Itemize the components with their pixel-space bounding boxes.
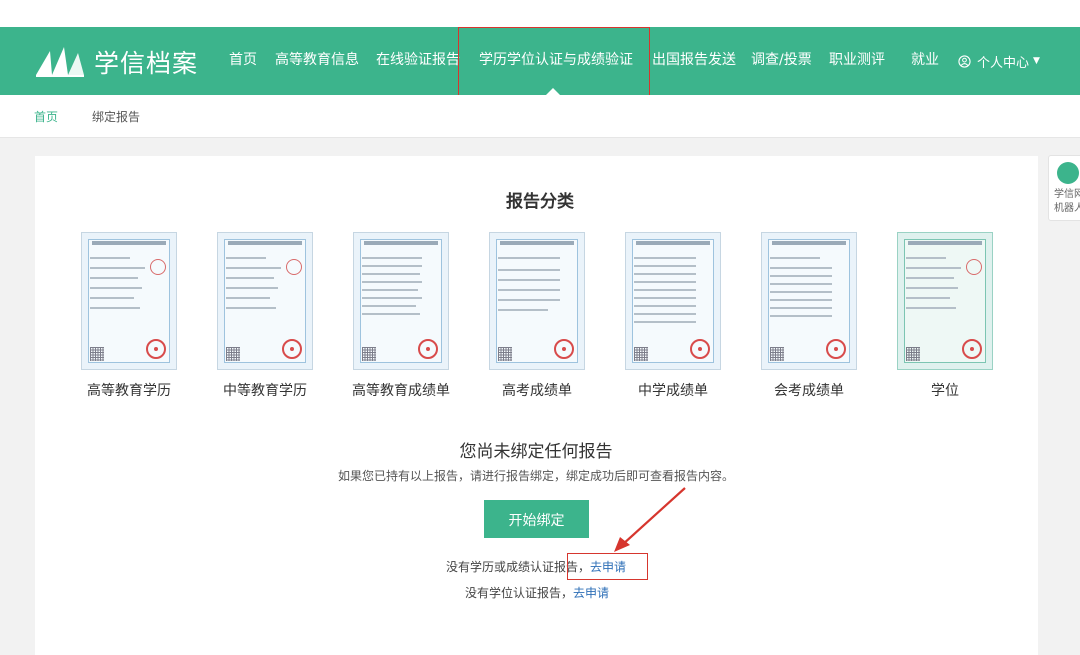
user-center-label: 个人中心 [977,55,1030,71]
active-nav-caret [546,88,560,95]
nav-item-online-verification-report[interactable]: 在线验证报告 [376,27,460,95]
report-label-degree: 学位 [931,383,959,399]
certificate-thumbnail [625,232,721,370]
start-binding-button[interactable]: 开始绑定 [484,500,589,538]
apply-degree-text: 没有学位认证报告， [465,586,574,600]
report-label-higher-education-diploma: 高等教育学历 [87,383,171,399]
certificate-thumbnail [897,232,993,370]
robot-avatar-icon [1057,162,1079,184]
user-center-menu[interactable]: 个人中心 ▼ [958,27,1040,95]
breadcrumb [0,95,1080,138]
report-label-middle-school-transcript: 中学成绩单 [638,383,708,399]
report-label-secondary-education-diploma: 中等教育学历 [223,383,307,399]
report-label-gaokao-transcript: 高考成绩单 [502,383,572,399]
nav-item-home[interactable]: 首页 [229,27,257,95]
report-card-middle-school-transcript[interactable] [625,232,721,372]
top-margin [0,0,1080,27]
nav-item-employment[interactable]: 就业 [911,27,939,95]
empty-state-description: 如果您已持有以上报告，请进行报告绑定，绑定成功后即可查看报告内容。 [337,469,734,483]
red-seal-icon [146,339,166,359]
report-card-degree[interactable] [897,232,993,372]
certificate-thumbnail [81,232,177,370]
report-card-huikao-transcript[interactable] [761,232,857,372]
annotation-arrow-icon [614,487,686,552]
active-nav-highlight [458,27,650,97]
nav-item-career-assessment[interactable]: 职业测评 [829,27,885,95]
user-icon [958,54,971,68]
section-title: 报告分类 [506,192,574,212]
red-seal-icon [554,339,574,359]
nav-item-survey-vote[interactable]: 调查/投票 [751,27,812,95]
red-seal-icon [690,339,710,359]
annotation-highlight-box [567,553,648,580]
breadcrumb-current: 绑定报告 [92,110,141,124]
nav-item-overseas-report-send[interactable]: 出国报告发送 [652,27,736,95]
report-label-higher-education-transcript: 高等教育成绩单 [352,383,450,399]
chevron-down-icon: ▼ [1033,56,1040,66]
certificate-thumbnail [353,232,449,370]
report-label-huikao-transcript: 会考成绩单 [774,383,844,399]
report-card-secondary-education-diploma[interactable] [217,232,313,372]
apply-degree-line: 没有学位认证报告，去申请 [465,584,609,601]
red-seal-icon [962,339,982,359]
brand-name: 学信档案 [94,49,199,78]
certificate-thumbnail [217,232,313,370]
certificate-thumbnail [761,232,857,370]
nav-item-higher-education-info[interactable]: 高等教育信息 [275,27,359,95]
empty-state-title: 您尚未绑定任何报告 [459,442,613,462]
red-seal-icon [826,339,846,359]
report-card-higher-education-transcript[interactable] [353,232,449,372]
report-card-gaokao-transcript[interactable] [489,232,585,372]
main-panel [35,156,1038,655]
breadcrumb-home-link[interactable]: 首页 [34,108,58,125]
certificate-thumbnail [489,232,585,370]
site-logo[interactable]: 学信档案 [34,44,204,80]
book-logo-icon [36,47,84,77]
apply-degree-link[interactable]: 去申请 [573,586,609,600]
report-card-higher-education-diploma[interactable] [81,232,177,372]
red-seal-icon [282,339,302,359]
red-seal-icon [418,339,438,359]
